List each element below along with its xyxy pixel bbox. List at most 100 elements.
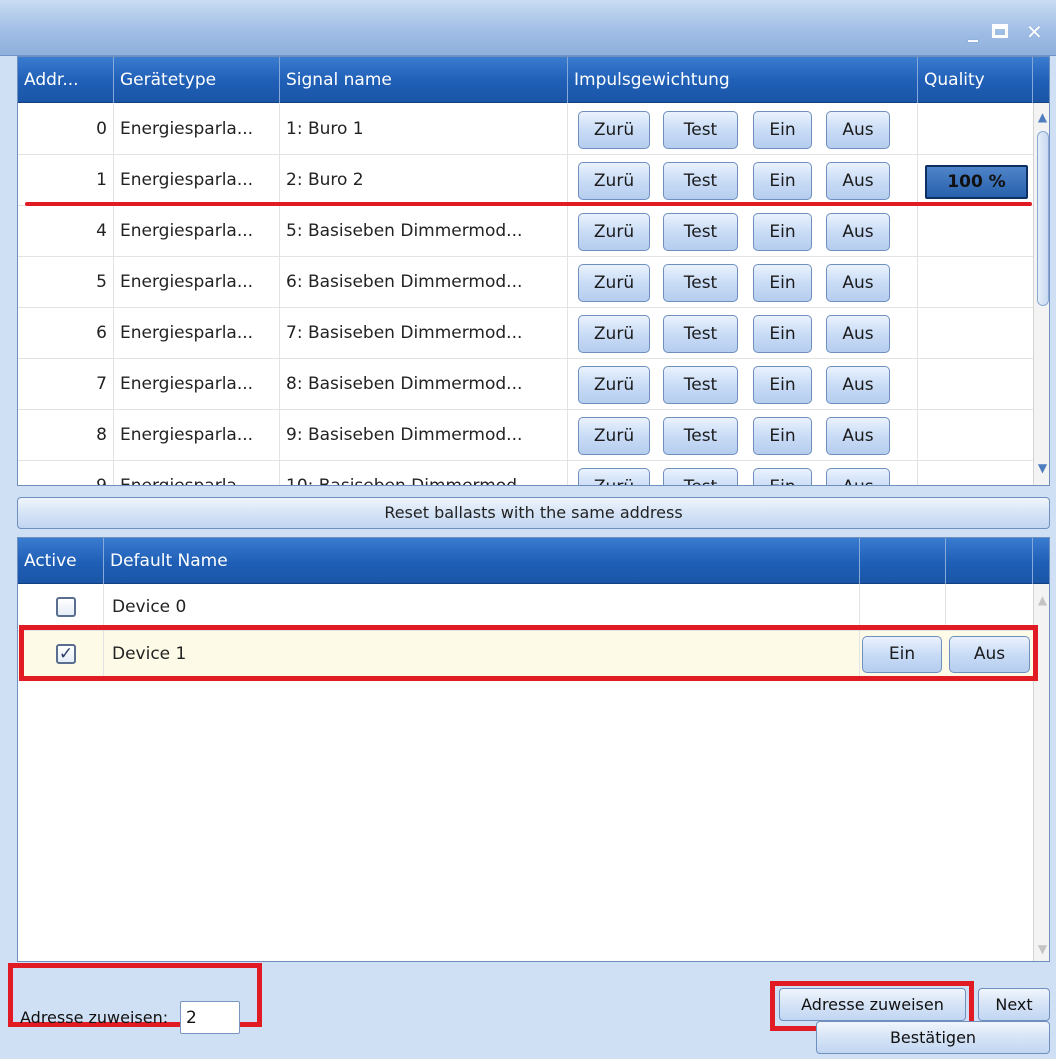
- column-header-blank-1: [860, 538, 946, 584]
- addr-cell: 4: [18, 206, 114, 257]
- test-button[interactable]: Test: [663, 468, 738, 485]
- impulse-cell: Zurü Test Ein Aus: [568, 257, 918, 308]
- minimize-icon[interactable]: _: [968, 18, 978, 42]
- device-list-header: Active Default Name: [18, 538, 1049, 584]
- signal-name-cell: 8: Basiseben Dimmermod...: [280, 359, 568, 410]
- signal-name-cell: 2: Buro 2: [280, 155, 568, 206]
- table-row[interactable]: 7 Energiesparla... 8: Basiseben Dimmermod.…: [18, 359, 1033, 410]
- column-header-signal-name[interactable]: Signal name: [280, 57, 568, 103]
- device-type-cell: Energiesparla...: [114, 104, 280, 155]
- zuru-button[interactable]: Zurü: [578, 315, 650, 353]
- scroll-up-icon[interactable]: ▲: [1034, 592, 1049, 608]
- device-address-grid: Addr... Gerätetype Signal name Impulsgew…: [17, 56, 1050, 486]
- aus-button[interactable]: Aus: [826, 468, 890, 485]
- test-button[interactable]: Test: [663, 366, 738, 404]
- ein-button[interactable]: Ein: [753, 111, 812, 149]
- test-button[interactable]: Test: [663, 111, 738, 149]
- column-header-quality[interactable]: Quality: [918, 57, 1033, 103]
- quality-badge: 100 %: [925, 165, 1028, 199]
- quality-cell: [918, 308, 1033, 359]
- aus-button[interactable]: Aus: [826, 162, 890, 200]
- ein-button[interactable]: Ein: [753, 162, 812, 200]
- scroll-thumb[interactable]: [1037, 131, 1049, 306]
- highlight-underline: [25, 202, 1032, 206]
- zuru-button[interactable]: Zurü: [578, 366, 650, 404]
- test-button[interactable]: Test: [663, 162, 738, 200]
- quality-cell: [918, 206, 1033, 257]
- zuru-button[interactable]: Zurü: [578, 264, 650, 302]
- aus-button[interactable]: Aus: [826, 417, 890, 455]
- ein-button[interactable]: Ein: [753, 315, 812, 353]
- ein-button[interactable]: Ein: [753, 468, 812, 485]
- table-row[interactable]: 4 Energiesparla... 5: Basiseben Dimmermod.…: [18, 206, 1033, 257]
- confirm-button[interactable]: Bestätigen: [816, 1021, 1050, 1054]
- table-row[interactable]: 8 Energiesparla... 9: Basiseben Dimmermod.…: [18, 410, 1033, 461]
- table-row[interactable]: 9 Energiesparla... 10: Basiseben Dimmermod…: [18, 461, 1033, 485]
- assign-address-button[interactable]: Adresse zuweisen: [779, 988, 966, 1021]
- device-row[interactable]: Device 0: [18, 584, 1033, 631]
- active-checkbox[interactable]: [56, 597, 76, 617]
- test-button[interactable]: Test: [663, 213, 738, 251]
- device-type-cell: Energiesparla...: [114, 359, 280, 410]
- aus-button[interactable]: Aus: [826, 111, 890, 149]
- table-row[interactable]: 1 Energiesparla... 2: Buro 2 Zurü Test Ein Aus…: [18, 155, 1033, 206]
- zuru-button[interactable]: Zurü: [578, 162, 650, 200]
- next-button[interactable]: Next: [978, 988, 1050, 1021]
- zuru-button[interactable]: Zurü: [578, 468, 650, 485]
- device-type-cell: Energiesparla...: [114, 461, 280, 485]
- ein-button[interactable]: Ein: [753, 417, 812, 455]
- zuru-button[interactable]: Zurü: [578, 111, 650, 149]
- signal-name-cell: 5: Basiseben Dimmermod...: [280, 206, 568, 257]
- column-header-addr[interactable]: Addr...: [18, 57, 114, 103]
- table-row[interactable]: 6 Energiesparla... 7: Basiseben Dimmermod.…: [18, 308, 1033, 359]
- column-header-default-name[interactable]: Default Name: [104, 538, 860, 584]
- test-button[interactable]: Test: [663, 315, 738, 353]
- column-header-impulsgewichtung[interactable]: Impulsgewichtung: [568, 57, 918, 103]
- column-header-active[interactable]: Active: [18, 538, 104, 584]
- aus-button[interactable]: Aus: [826, 366, 890, 404]
- impulse-cell: Zurü Test Ein Aus: [568, 308, 918, 359]
- quality-cell: [918, 359, 1033, 410]
- close-icon[interactable]: ✕: [1026, 20, 1043, 44]
- ein-button[interactable]: Ein: [753, 264, 812, 302]
- column-header-geratetype[interactable]: Gerätetype: [114, 57, 280, 103]
- test-button[interactable]: Test: [663, 417, 738, 455]
- scroll-up-icon[interactable]: ▲: [1034, 109, 1049, 125]
- signal-name-cell: 7: Basiseben Dimmermod...: [280, 308, 568, 359]
- addr-cell: 6: [18, 308, 114, 359]
- empty-cell: [946, 584, 1033, 631]
- aus-button[interactable]: Aus: [826, 213, 890, 251]
- top-grid-scrollbar[interactable]: ▲ ▼: [1033, 103, 1049, 485]
- scroll-down-icon[interactable]: ▼: [1034, 460, 1049, 476]
- addr-cell: 1: [18, 155, 114, 206]
- address-input[interactable]: [180, 1001, 240, 1034]
- addr-cell: 0: [18, 104, 114, 155]
- grid-header: Addr... Gerätetype Signal name Impulsgew…: [18, 57, 1049, 103]
- reset-ballasts-button[interactable]: Reset ballasts with the same address: [17, 497, 1050, 529]
- device-type-cell: Energiesparla...: [114, 257, 280, 308]
- impulse-cell: Zurü Test Ein Aus: [568, 104, 918, 155]
- device-type-cell: Energiesparla...: [114, 410, 280, 461]
- test-button[interactable]: Test: [663, 264, 738, 302]
- table-row[interactable]: 0 Energiesparla... 1: Buro 1 Zurü Test Ein Aus: [18, 104, 1033, 155]
- maximize-icon[interactable]: [992, 24, 1008, 38]
- assign-address-label: Adresse zuweisen:: [20, 1008, 169, 1027]
- aus-button[interactable]: Aus: [826, 264, 890, 302]
- addr-cell: 7: [18, 359, 114, 410]
- addr-cell: 9: [18, 461, 114, 485]
- zuru-button[interactable]: Zurü: [578, 417, 650, 455]
- highlight-box-device-row: [19, 625, 1038, 681]
- ein-button[interactable]: Ein: [753, 213, 812, 251]
- window-title-bar: _ ✕: [0, 0, 1056, 56]
- quality-cell: 100 %: [918, 155, 1033, 206]
- zuru-button[interactable]: Zurü: [578, 213, 650, 251]
- table-row[interactable]: 5 Energiesparla... 6: Basiseben Dimmermod.…: [18, 257, 1033, 308]
- ein-button[interactable]: Ein: [753, 366, 812, 404]
- addr-cell: 8: [18, 410, 114, 461]
- column-header-blank-2: [946, 538, 1033, 584]
- device-name: Device 0: [104, 584, 860, 631]
- impulse-cell: Zurü Test Ein Aus: [568, 155, 918, 206]
- impulse-cell: Zurü Test Ein Aus: [568, 461, 918, 485]
- scroll-down-icon[interactable]: ▼: [1034, 941, 1049, 957]
- aus-button[interactable]: Aus: [826, 315, 890, 353]
